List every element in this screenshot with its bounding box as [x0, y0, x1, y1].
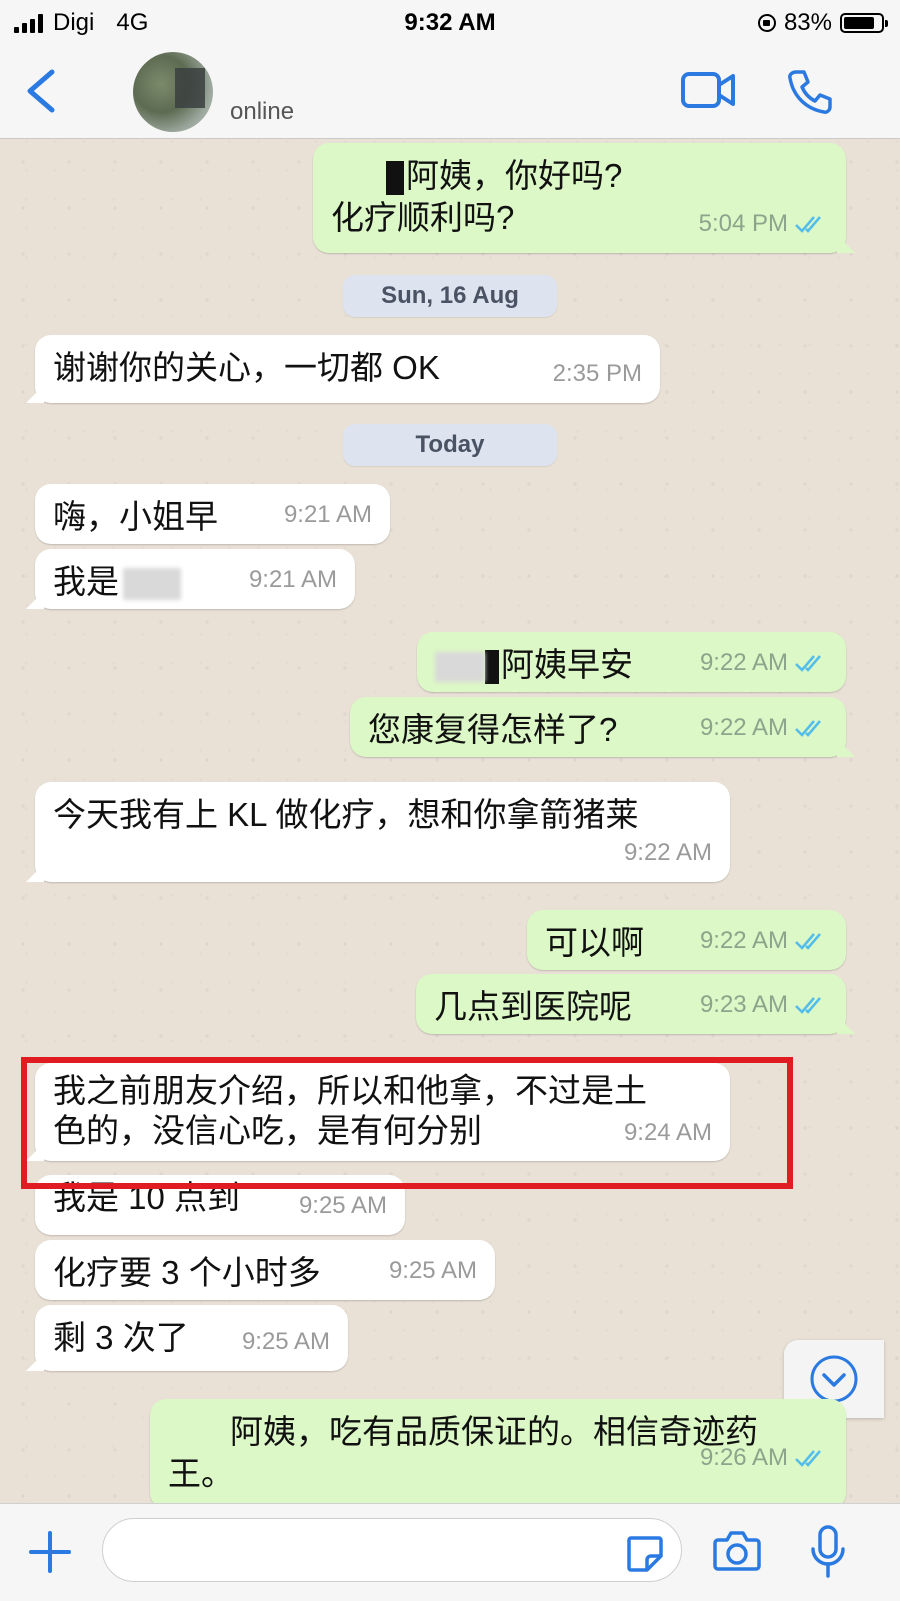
message-text: 今天我有上 KL 做化疗，想和你拿箭猪莱	[53, 796, 639, 833]
message-meta: 5:04 PM	[699, 203, 828, 245]
battery-percent: 83%	[783, 9, 832, 36]
message-bubble-outgoing[interactable]: 您康复得怎样了? 9:22 AM	[350, 697, 846, 757]
camera-icon[interactable]	[712, 1528, 762, 1574]
status-bar: Digi 4G 9:32 AM 83%	[0, 0, 900, 46]
sticker-icon[interactable]	[625, 1534, 665, 1574]
message-text: 化疗要 3 个小时多	[53, 1254, 321, 1291]
message-bubble-incoming[interactable]: 嗨，小姐早 9:21 AM	[35, 484, 390, 544]
message-bubble-outgoing[interactable]: 阿姨，你好吗? 化疗顺利吗? 5:04 PM	[313, 143, 846, 253]
date-separator: Sun, 16 Aug	[343, 275, 557, 317]
message-text: 阿姨，吃有品质保证的。相信奇迹药	[230, 1413, 758, 1450]
message-time: 5:04 PM	[698, 210, 788, 237]
message-bubble-incoming[interactable]: 我是 9:21 AM	[35, 549, 355, 609]
message-text: 您康复得怎样了?	[368, 711, 618, 748]
battery-icon	[840, 13, 888, 33]
video-call-icon[interactable]	[680, 68, 736, 112]
message-text: 几点到医院呢	[434, 988, 632, 1025]
message-text: 我是	[53, 563, 119, 600]
message-meta: 2:35 PM	[553, 353, 642, 395]
compose-bar	[0, 1503, 900, 1601]
message-time: 9:22 AM	[699, 714, 788, 741]
status-right: 83%	[757, 9, 888, 37]
message-meta: 9:22 AM	[700, 707, 828, 749]
contact-avatar[interactable]	[133, 52, 213, 132]
read-ticks-icon	[795, 655, 821, 672]
message-text: 阿姨早安	[501, 646, 633, 683]
message-text: 谢谢你的关心，一切都 OK	[53, 349, 440, 386]
back-chevron-icon[interactable]	[22, 68, 62, 114]
message-time: 9:22 AM	[699, 927, 788, 954]
message-meta: 9:22 AM	[700, 642, 828, 684]
message-text: 阿姨，你好吗?	[406, 157, 623, 194]
message-time: 9:21 AM	[283, 501, 372, 528]
message-meta: 9:25 AM	[242, 1321, 330, 1363]
voice-call-icon[interactable]	[786, 68, 834, 116]
contact-presence: online	[230, 98, 295, 125]
message-bubble-outgoing[interactable]: 几点到医院呢 9:23 AM	[416, 974, 846, 1034]
read-ticks-icon	[795, 720, 821, 737]
redacted-name	[435, 652, 485, 683]
redacted-name	[386, 161, 404, 196]
message-meta: 9:23 AM	[700, 984, 828, 1026]
message-meta: 9:22 AM	[700, 920, 828, 962]
plus-icon[interactable]	[28, 1530, 72, 1574]
redacted-mark	[485, 650, 499, 685]
read-ticks-icon	[795, 1450, 821, 1467]
highlight-annotation-box	[21, 1057, 793, 1189]
message-input[interactable]	[102, 1518, 682, 1582]
message-time: 9:21 AM	[248, 566, 337, 593]
message-time: 9:23 AM	[699, 991, 788, 1018]
chevron-down-circle-icon[interactable]	[809, 1354, 859, 1404]
message-meta: 9:22 AM	[624, 832, 712, 874]
rotation-lock-icon	[757, 14, 776, 32]
read-ticks-icon	[795, 997, 821, 1014]
message-time: 9:25 AM	[388, 1257, 477, 1284]
message-time: 9:25 AM	[298, 1192, 387, 1219]
message-bubble-incoming[interactable]: 化疗要 3 个小时多 9:25 AM	[35, 1240, 495, 1300]
message-bubble-incoming[interactable]: 今天我有上 KL 做化疗，想和你拿箭猪莱 9:22 AM	[35, 782, 730, 882]
message-bubble-outgoing[interactable]: 可以啊 9:22 AM	[527, 910, 846, 970]
date-separator: Today	[343, 424, 557, 466]
message-meta: 9:25 AM	[299, 1185, 387, 1227]
message-text: 剩 3 次了	[53, 1319, 189, 1356]
message-time: 9:22 AM	[623, 839, 712, 866]
redacted-name	[123, 568, 181, 601]
message-time: 2:35 PM	[552, 360, 642, 387]
microphone-icon[interactable]	[808, 1524, 848, 1580]
message-bubble-incoming[interactable]: 剩 3 次了 9:25 AM	[35, 1305, 348, 1371]
message-meta: 9:25 AM	[389, 1250, 477, 1292]
read-ticks-icon	[795, 933, 821, 950]
chat-header: online	[0, 46, 900, 139]
message-time: 9:22 AM	[699, 649, 788, 676]
message-text: 可以啊	[545, 924, 644, 961]
message-time: 9:25 AM	[241, 1328, 330, 1355]
message-meta: 9:26 AM	[700, 1437, 828, 1479]
message-bubble-outgoing[interactable]: 阿姨，吃有品质保证的。相信奇迹药 王。 9:26 AM	[150, 1399, 846, 1503]
message-meta: 9:21 AM	[284, 494, 372, 536]
read-ticks-icon	[795, 216, 821, 233]
message-bubble-outgoing[interactable]: 阿姨早安 9:22 AM	[417, 632, 846, 692]
message-text: 嗨，小姐早	[53, 498, 218, 535]
message-list[interactable]: 阿姨，你好吗? 化疗顺利吗? 5:04 PM Sun, 16 Aug 谢谢你的关…	[0, 139, 900, 1503]
message-meta: 9:21 AM	[249, 559, 337, 601]
message-time: 9:26 AM	[699, 1444, 788, 1471]
message-bubble-incoming[interactable]: 谢谢你的关心，一切都 OK 2:35 PM	[35, 335, 660, 403]
